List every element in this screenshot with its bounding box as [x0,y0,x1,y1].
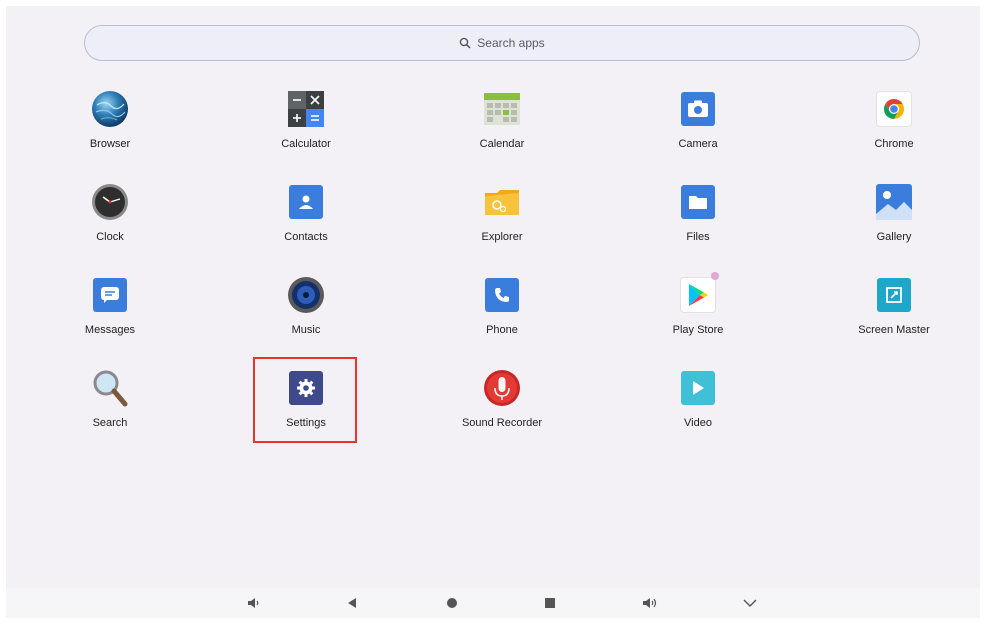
app-contacts[interactable]: Contacts [208,179,404,272]
music-icon [287,276,325,314]
files-icon [679,183,717,221]
app-label: Clock [96,231,124,243]
app-label: Files [686,231,710,243]
play-store-icon [679,272,719,314]
contacts-icon [287,183,325,221]
app-messages[interactable]: Messages [12,272,208,365]
volume-down-button[interactable] [246,595,262,611]
calculator-icon [287,90,325,128]
app-browser[interactable]: Browser [12,86,208,179]
app-play-store[interactable]: Play Store [600,272,796,365]
app-label: Calculator [281,138,331,150]
volume-up-button[interactable] [642,595,658,611]
chrome-icon [875,90,913,128]
screen-master-icon [875,276,913,314]
app-phone[interactable]: Phone [404,272,600,365]
video-play-icon [679,369,717,407]
navigation-bar [6,588,980,618]
app-camera[interactable]: Camera [600,86,796,179]
app-grid: Browser Calculator Calendar Camera Chrom… [12,86,980,458]
calendar-icon [483,90,521,128]
app-label: Contacts [284,231,328,243]
collapse-button[interactable] [742,595,758,611]
chevron-down-icon [743,599,757,607]
app-label: Calendar [479,138,525,150]
app-label: Browser [89,138,131,150]
app-label: Play Store [672,324,724,336]
volume-down-icon [248,598,259,608]
messages-icon [91,276,129,314]
app-label: Screen Master [858,324,930,336]
app-label: Messages [84,324,136,336]
app-search[interactable]: Search [12,365,208,458]
app-sound-recorder[interactable]: Sound Recorder [404,365,600,458]
browser-icon [91,90,129,128]
app-calculator[interactable]: Calculator [208,86,404,179]
gallery-icon [875,183,913,221]
clock-icon [91,183,129,221]
app-drawer: Search apps Browser Calculator Calendar … [6,6,980,618]
home-icon [447,598,457,608]
back-icon [348,598,356,608]
app-chrome[interactable]: Chrome [796,86,980,179]
phone-icon [483,276,521,314]
search-apps-label: Search apps [477,36,545,50]
app-explorer[interactable]: Explorer [404,179,600,272]
app-gallery[interactable]: Gallery [796,179,980,272]
home-button[interactable] [444,595,460,611]
app-files[interactable]: Files [600,179,796,272]
magnifier-icon [91,369,129,407]
notification-dot-icon [711,272,719,280]
app-label: Music [291,324,321,336]
app-label: Camera [678,138,718,150]
app-label: Sound Recorder [461,417,543,429]
app-label: Explorer [481,231,523,243]
app-label: Video [684,417,712,429]
app-video[interactable]: Video [600,365,796,458]
app-music[interactable]: Music [208,272,404,365]
app-label: Chrome [874,138,914,150]
back-button[interactable] [344,595,360,611]
recents-button[interactable] [542,595,558,611]
recents-icon [545,598,555,608]
app-label: Phone [486,324,518,336]
app-calendar[interactable]: Calendar [404,86,600,179]
settings-highlight-box [253,357,357,443]
search-icon [459,37,471,49]
microphone-icon [483,369,521,407]
explorer-icon [483,183,521,221]
camera-icon [679,90,717,128]
app-screen-master[interactable]: Screen Master [796,272,980,365]
app-label: Search [92,417,128,429]
volume-up-icon [643,598,657,608]
search-apps-bar[interactable]: Search apps [84,25,920,61]
app-label: Gallery [876,231,912,243]
app-clock[interactable]: Clock [12,179,208,272]
